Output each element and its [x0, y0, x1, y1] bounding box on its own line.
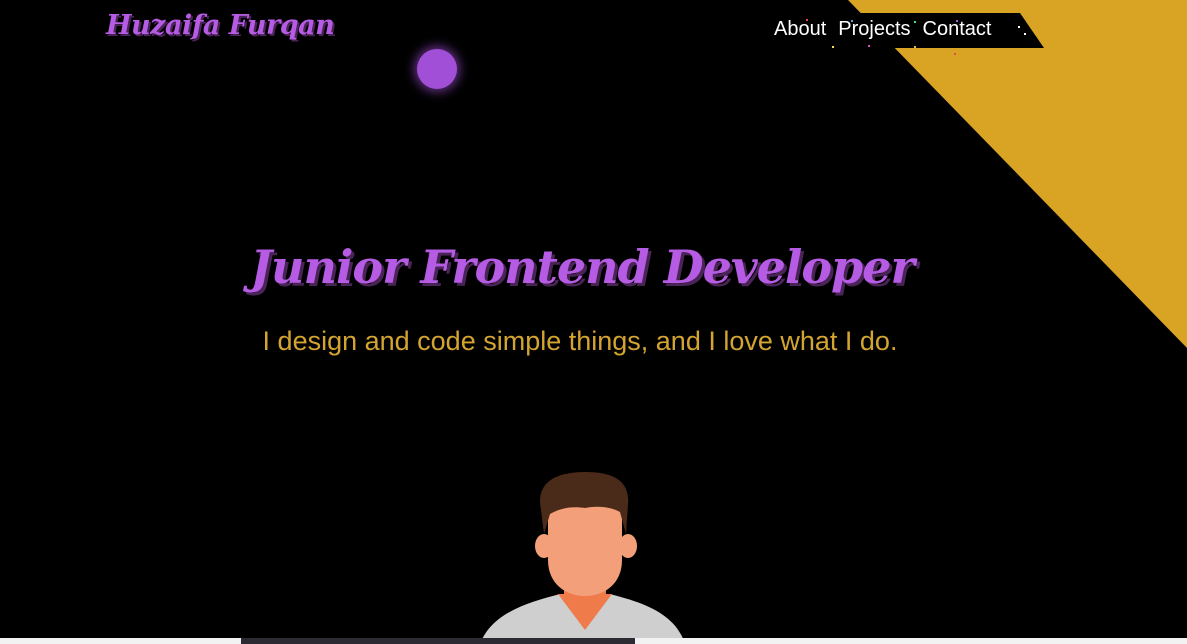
scrollbar-thumb[interactable] [241, 638, 635, 644]
nav-link-about[interactable]: About [774, 18, 826, 41]
site-logo[interactable]: Huzaifa Furqan [106, 10, 335, 41]
developer-avatar-icon [480, 472, 685, 644]
hero-subtitle: I design and code simple things, and I l… [262, 326, 898, 356]
nav-link-contact[interactable]: Contact [923, 18, 992, 41]
main-nav: About Projects Contact [774, 18, 991, 41]
hero-title: Junior Frontend Developer [250, 240, 914, 294]
nav-link-projects[interactable]: Projects [838, 18, 910, 41]
purple-orb-icon [417, 49, 457, 89]
